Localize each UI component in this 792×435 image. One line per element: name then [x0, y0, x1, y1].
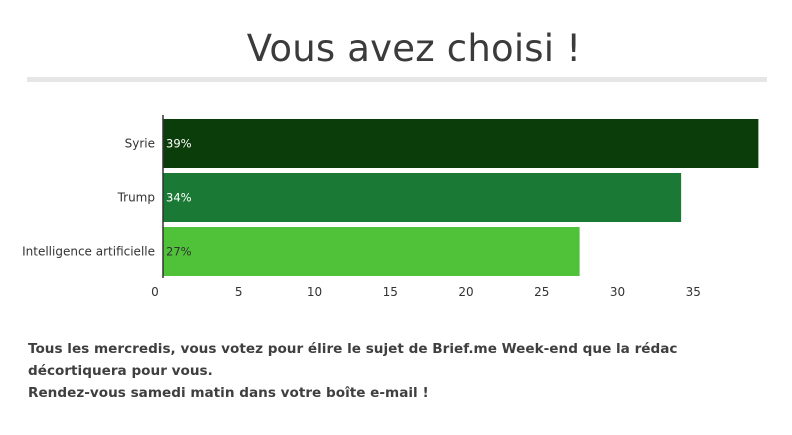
category-label-2: Trump	[117, 191, 155, 205]
x-tick-label-4: 15	[383, 285, 398, 299]
data-label-2: 34%	[166, 191, 192, 205]
bar-1	[163, 119, 759, 168]
bar-3	[163, 227, 580, 276]
x-tick-label-8: 35	[686, 285, 701, 299]
category-label-1: Syrie	[125, 137, 155, 151]
x-tick-label-1: 0	[151, 285, 159, 299]
x-tick-label-5: 20	[458, 285, 473, 299]
footer-line-1: Tous les mercredis, vous votez pour élir…	[28, 341, 678, 379]
x-tick-label-2: 5	[235, 285, 243, 299]
page-title: Vous avez choisi !	[246, 27, 582, 70]
footer-note: Tous les mercredis, vous votez pour élir…	[28, 338, 778, 404]
poll-bar-chart: Syrie 39% Trump 34% Intelligence artificiell…	[0, 110, 792, 315]
x-tick-label-6: 25	[534, 285, 549, 299]
bar-chart-svg: Syrie 39% Trump 34% Intelligence artificiell…	[22, 115, 759, 299]
title-divider	[27, 77, 767, 82]
x-tick-label-3: 10	[307, 285, 322, 299]
category-label-3: Intelligence artificielle	[22, 245, 155, 259]
data-label-3: 27%	[166, 245, 192, 259]
x-tick-label-7: 30	[610, 285, 625, 299]
bar-2	[163, 173, 682, 222]
footer-line-2: Rendez-vous samedi matin dans votre boît…	[28, 385, 429, 401]
data-label-1: 39%	[166, 137, 192, 151]
poll-results-page: Vous avez choisi ! Syrie 39% Trump 34% Intel…	[0, 0, 792, 435]
